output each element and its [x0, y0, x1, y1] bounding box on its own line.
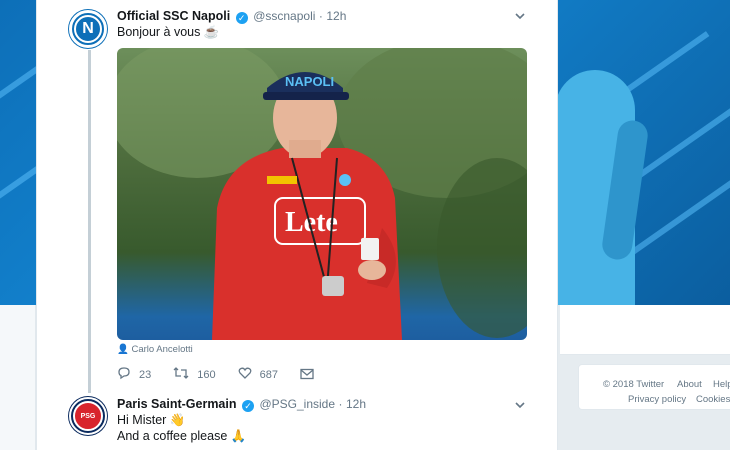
photo-tag-label: Carlo Ancelotti: [131, 344, 193, 355]
thread-connector: [88, 50, 91, 393]
verified-icon: ✓: [241, 400, 254, 412]
tweet-text: Bonjour à vous ☕: [117, 25, 220, 39]
tweet-text-line: Hi Mister 👋: [117, 413, 186, 427]
photo-tag[interactable]: 👤 Carlo Ancelotti: [117, 344, 193, 355]
svg-text:NAPOLI: NAPOLI: [285, 74, 334, 89]
reply-count: 23: [139, 368, 152, 381]
retweet-icon: [173, 366, 189, 383]
retweet-button[interactable]: 160: [173, 366, 216, 383]
author-handle[interactable]: @PSG_inside: [259, 397, 335, 411]
napoli-logo-icon: N: [74, 15, 102, 43]
verified-icon: ✓: [235, 12, 248, 24]
author-handle[interactable]: @sscnapoli: [253, 9, 315, 23]
like-count: 687: [259, 368, 278, 381]
right-sidebar-panel: [560, 305, 730, 355]
retweet-count: 160: [197, 368, 216, 381]
footer-about-link[interactable]: About: [677, 379, 702, 390]
napoli-avatar[interactable]: N: [69, 10, 107, 48]
author-name[interactable]: Official SSC Napoli: [117, 9, 230, 23]
reply-button[interactable]: 23: [117, 366, 151, 383]
tweet-header: Official SSC Napoli ✓ @sscnapoli · 12h: [117, 9, 346, 24]
footer-privacy-link[interactable]: Privacy policy: [628, 394, 686, 405]
like-button[interactable]: 687: [238, 366, 278, 383]
person-icon: 👤: [117, 344, 129, 355]
reply-icon: [117, 366, 131, 383]
separator: ·: [338, 397, 343, 411]
tweet-photo[interactable]: NAPOLI Lete: [117, 48, 527, 340]
heart-icon: [238, 366, 252, 383]
tweet-text-line: And a coffee please 🙏: [117, 429, 247, 443]
footer-copyright: © 2018 Twitter: [603, 379, 665, 390]
separator: ·: [318, 9, 323, 23]
envelope-icon: [300, 367, 314, 383]
psg-avatar[interactable]: PSG: [69, 397, 107, 435]
chevron-down-icon[interactable]: [513, 10, 527, 24]
tweet-time[interactable]: 12h: [326, 9, 346, 23]
chevron-down-icon[interactable]: [513, 399, 527, 413]
tweet-time[interactable]: 12h: [346, 397, 366, 411]
psg-logo-icon: PSG: [73, 401, 103, 431]
direct-message-button[interactable]: [300, 366, 322, 383]
tweet-header: Paris Saint-Germain ✓ @PSG_inside · 12h: [117, 397, 366, 412]
tweet-actions: 23 160 687: [117, 366, 344, 383]
footer-help-link[interactable]: Help: [713, 379, 730, 390]
footer-cookies-link[interactable]: Cookies: [696, 394, 730, 405]
left-sidebar: [0, 305, 36, 450]
author-name[interactable]: Paris Saint-Germain: [117, 397, 237, 411]
tweet-panel: N Official SSC Napoli ✓ @sscnapoli · 12h…: [36, 0, 558, 450]
